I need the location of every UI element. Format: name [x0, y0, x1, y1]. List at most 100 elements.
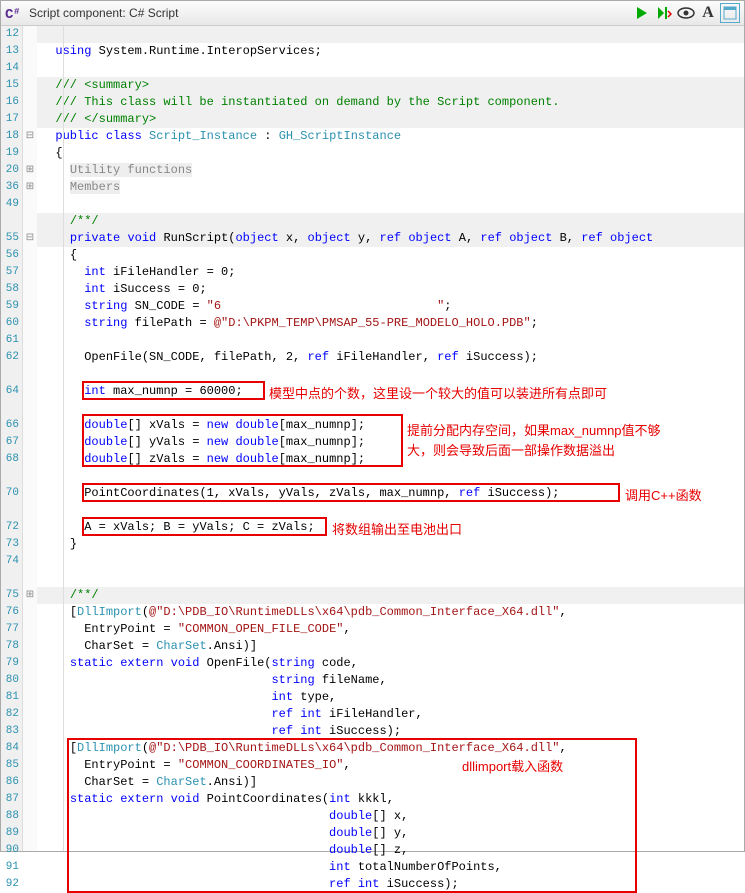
- code-line: /// </summary>: [37, 111, 744, 128]
- fold-mark[interactable]: [23, 706, 37, 723]
- lineno: 73: [1, 536, 19, 553]
- fold-gutter: ⊟ ⊞ ⊞ ⊟ ⊞: [23, 26, 37, 851]
- code-line: double[] y,: [37, 825, 744, 842]
- fold-mark[interactable]: [23, 672, 37, 689]
- code-line: [37, 553, 744, 570]
- fold-mark[interactable]: [23, 655, 37, 672]
- fold-mark[interactable]: [23, 94, 37, 111]
- code-line: double[] x,: [37, 808, 744, 825]
- code-line: private void RunScript(object x, object …: [37, 230, 744, 247]
- lineno: 58: [1, 281, 19, 298]
- fold-mark[interactable]: [23, 485, 37, 502]
- lineno: 74: [1, 553, 19, 570]
- code-line: int totalNumberOfPoints,: [37, 859, 744, 876]
- code-line: [37, 468, 744, 485]
- step-icon[interactable]: [654, 3, 674, 23]
- fold-mark[interactable]: [23, 26, 37, 43]
- fold-mark[interactable]: [23, 808, 37, 825]
- code-line: public class Script_Instance : GH_Script…: [37, 128, 744, 145]
- fold-mark[interactable]: [23, 247, 37, 264]
- fold-mark[interactable]: [23, 43, 37, 60]
- code-line: Members: [37, 179, 744, 196]
- lineno: 86: [1, 774, 19, 791]
- fold-mark[interactable]: [23, 264, 37, 281]
- font-icon[interactable]: A: [698, 3, 718, 23]
- fold-mark[interactable]: [23, 791, 37, 808]
- code-line: [37, 332, 744, 349]
- code-line: OpenFile(SN_CODE, filePath, 2, ref iFile…: [37, 349, 744, 366]
- run-icon[interactable]: [632, 3, 652, 23]
- fold-mark[interactable]: [23, 757, 37, 774]
- fold-mark[interactable]: [23, 638, 37, 655]
- lineno: 61: [1, 332, 19, 349]
- fold-mark[interactable]: [23, 825, 37, 842]
- fold-mark[interactable]: [23, 349, 37, 366]
- fold-mark[interactable]: ⊞: [23, 162, 37, 179]
- lineno: [1, 468, 19, 485]
- fold-mark[interactable]: [23, 315, 37, 332]
- lineno: 62: [1, 349, 19, 366]
- code-line: [37, 400, 744, 417]
- annotation: 模型中点的个数，这里设一个较大的值可以装进所有点即可: [269, 383, 607, 402]
- fold-mark[interactable]: [23, 60, 37, 77]
- fold-mark[interactable]: [23, 111, 37, 128]
- lineno: 55: [1, 230, 19, 247]
- fold-mark[interactable]: ⊞: [23, 587, 37, 604]
- fold-mark[interactable]: ⊟: [23, 230, 37, 247]
- fold-mark[interactable]: [23, 281, 37, 298]
- editor[interactable]: 12 13 14 15 16 17 18 19 20 36 49 55 56 5…: [1, 26, 744, 851]
- code-line: string filePath = @"D:\PKPM_TEMP\PMSAP_5…: [37, 315, 744, 332]
- code-line: /**/: [37, 587, 744, 604]
- fold-mark[interactable]: [23, 383, 37, 400]
- fold-mark[interactable]: [23, 570, 37, 587]
- fold-mark[interactable]: [23, 196, 37, 213]
- fold-mark[interactable]: [23, 774, 37, 791]
- fold-mark[interactable]: [23, 451, 37, 468]
- lineno: 90: [1, 842, 19, 859]
- annotation: 大，则会导致后面一部操作数据溢出: [407, 440, 615, 459]
- fold-mark[interactable]: [23, 842, 37, 859]
- fold-mark[interactable]: [23, 145, 37, 162]
- fold-mark[interactable]: [23, 213, 37, 230]
- code-area[interactable]: using System.Runtime.InteropServices; //…: [37, 26, 744, 851]
- code-line: [37, 570, 744, 587]
- code-line: }: [37, 536, 744, 553]
- fold-mark[interactable]: [23, 77, 37, 94]
- code-line: string SN_CODE = "6 ";: [37, 298, 744, 315]
- fold-mark[interactable]: [23, 876, 37, 893]
- lineno: 78: [1, 638, 19, 655]
- code-line: [37, 60, 744, 77]
- fold-mark[interactable]: [23, 689, 37, 706]
- fold-mark[interactable]: [23, 519, 37, 536]
- fold-mark[interactable]: [23, 332, 37, 349]
- fold-mark[interactable]: [23, 536, 37, 553]
- fold-mark[interactable]: [23, 400, 37, 417]
- fold-mark[interactable]: [23, 502, 37, 519]
- code-line: [37, 196, 744, 213]
- fold-mark[interactable]: [23, 468, 37, 485]
- lineno: 88: [1, 808, 19, 825]
- fold-mark[interactable]: [23, 553, 37, 570]
- lineno: 66: [1, 417, 19, 434]
- fold-mark[interactable]: [23, 417, 37, 434]
- fold-mark[interactable]: [23, 621, 37, 638]
- code-line: /**/: [37, 213, 744, 230]
- preview-icon[interactable]: [676, 3, 696, 23]
- fold-mark[interactable]: [23, 604, 37, 621]
- fold-mark[interactable]: ⊞: [23, 179, 37, 196]
- fold-mark[interactable]: [23, 298, 37, 315]
- lineno: 13: [1, 43, 19, 60]
- lineno: 64: [1, 383, 19, 400]
- fold-mark[interactable]: [23, 740, 37, 757]
- lineno: [1, 213, 19, 230]
- fold-mark[interactable]: [23, 859, 37, 876]
- fold-mark[interactable]: [23, 366, 37, 383]
- annotation: 提前分配内存空间，如果max_numnp值不够: [407, 420, 661, 439]
- fold-mark[interactable]: [23, 723, 37, 740]
- code-line: {: [37, 145, 744, 162]
- fold-mark[interactable]: ⊟: [23, 128, 37, 145]
- window-icon[interactable]: [720, 3, 740, 23]
- fold-mark[interactable]: [23, 434, 37, 451]
- lineno: 83: [1, 723, 19, 740]
- lineno: 79: [1, 655, 19, 672]
